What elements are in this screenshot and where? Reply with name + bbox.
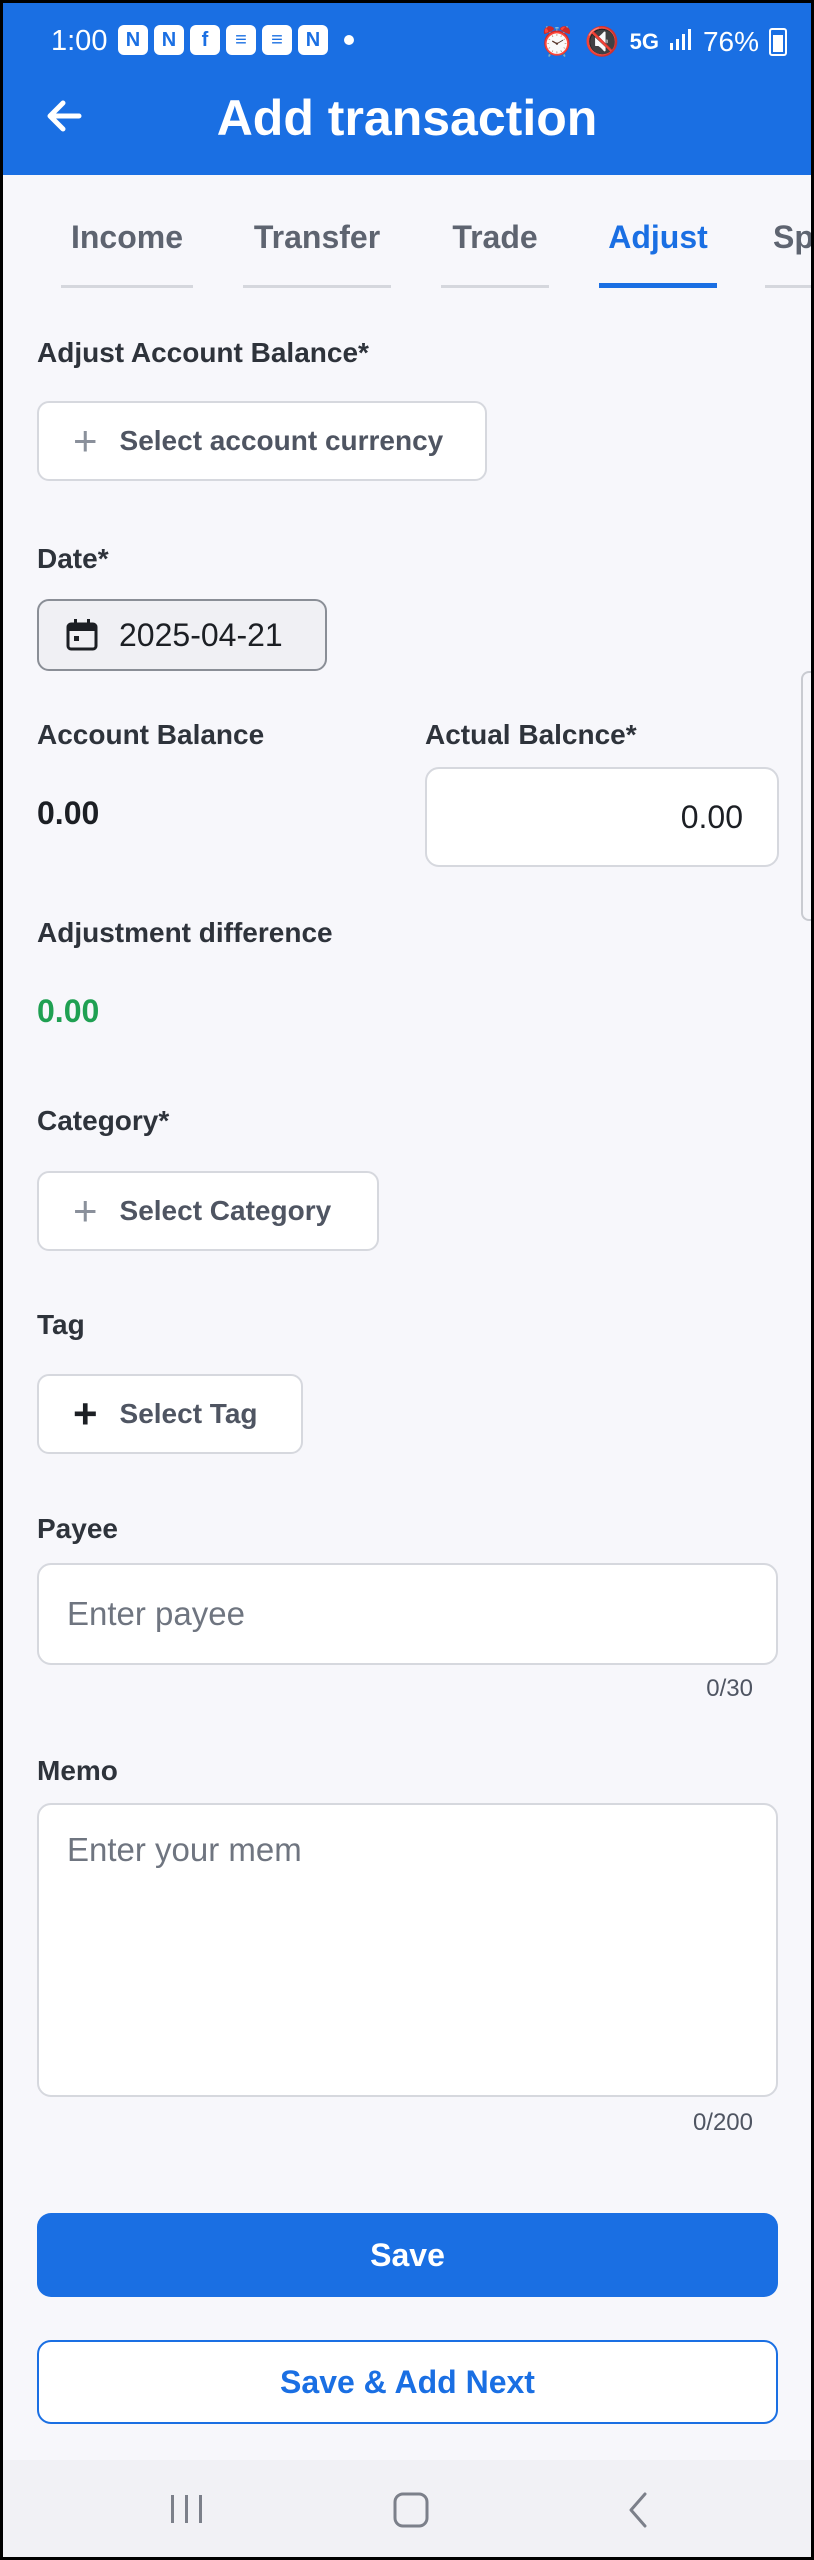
battery-percent: 76% [702,25,759,57]
plus-icon: + [73,1390,98,1437]
adjustment-difference-label: Adjustment difference [37,917,333,948]
memo-label: Memo [37,1755,118,1786]
memo-counter: 0/200 [692,2109,753,2136]
actual-balance-label: Actual Balcnce* [425,719,637,750]
transaction-type-tabs: Income Transfer Trade Adjust Sp [3,175,811,293]
tab-income[interactable]: Income [61,219,193,256]
adjustment-difference-value: 0.00 [37,993,100,1029]
tab-underline-active [599,283,717,288]
date-label: Date* [37,543,109,574]
app-bar: 1:00 N N f ≡ ≡ N ⏰ 🔇 5G 76% Add transact… [3,3,811,175]
adjust-account-label: Adjust Account Balance* [37,337,369,368]
facebook-icon: f [190,25,220,55]
select-tag-button[interactable]: + Select Tag [37,1374,303,1454]
select-account-currency-button[interactable]: + Select account currency [37,401,487,481]
page-title: Add transaction [216,90,598,146]
plus-icon: + [73,417,98,464]
signal-icon [669,26,693,58]
system-navigation-bar [3,2460,811,2557]
date-picker-button[interactable]: 2025-04-21 [37,599,327,671]
account-balance-label: Account Balance [37,719,265,750]
category-label: Category* [37,1105,170,1136]
tab-trade[interactable]: Trade [441,219,549,256]
screen: 1:00 N N f ≡ ≡ N ⏰ 🔇 5G 76% Add transact… [3,3,811,2557]
menu-notification-icon: ≡ [262,25,292,55]
alarm-icon: ⏰ [539,26,575,57]
notification-icons: N N f ≡ ≡ N [118,25,354,55]
tab-underline [243,285,391,288]
payee-input[interactable]: Enter payee [37,1563,778,1665]
tag-label: Tag [37,1309,85,1340]
battery-icon [769,27,787,56]
account-balance-value: 0.00 [37,795,100,831]
plus-icon: + [73,1187,98,1234]
network-type: 5G [629,28,659,54]
status-right: ⏰ 🔇 5G 76% [540,25,787,58]
notification-icon: N [154,25,184,55]
select-category-button[interactable]: + Select Category [37,1171,379,1251]
date-value: 2025-04-21 [119,616,283,653]
home-icon[interactable] [391,2490,431,2530]
calendar-icon [66,619,98,651]
select-account-currency-label: Select account currency [119,425,444,456]
more-notifications-icon [344,35,354,45]
mute-icon: 🔇 [584,26,620,57]
save-and-add-next-button[interactable]: Save & Add Next [37,2340,778,2424]
tab-underline [765,285,811,288]
memo-textarea[interactable]: Enter your mem [37,1803,778,2097]
memo-placeholder: Enter your mem [67,1831,302,1868]
select-category-label: Select Category [119,1195,332,1226]
back-icon[interactable] [623,2490,653,2530]
notification-icon: N [118,25,148,55]
save-button[interactable]: Save [37,2213,778,2297]
menu-notification-icon: ≡ [226,25,256,55]
payee-label: Payee [37,1513,118,1544]
status-time: 1:00 [51,25,108,57]
recent-apps-icon[interactable] [167,2492,207,2526]
notification-icon: N [298,25,328,55]
tab-adjust[interactable]: Adjust [599,219,717,256]
payee-counter: 0/30 [706,1675,753,1702]
scroll-handle[interactable] [801,671,811,921]
tab-underline [61,285,193,288]
select-tag-label: Select Tag [119,1398,258,1429]
payee-placeholder: Enter payee [67,1595,245,1632]
tab-partial[interactable]: Sp [773,219,811,256]
tab-transfer[interactable]: Transfer [243,219,391,256]
tab-underline [441,285,549,288]
actual-balance-input[interactable]: 0.00 [425,767,779,867]
